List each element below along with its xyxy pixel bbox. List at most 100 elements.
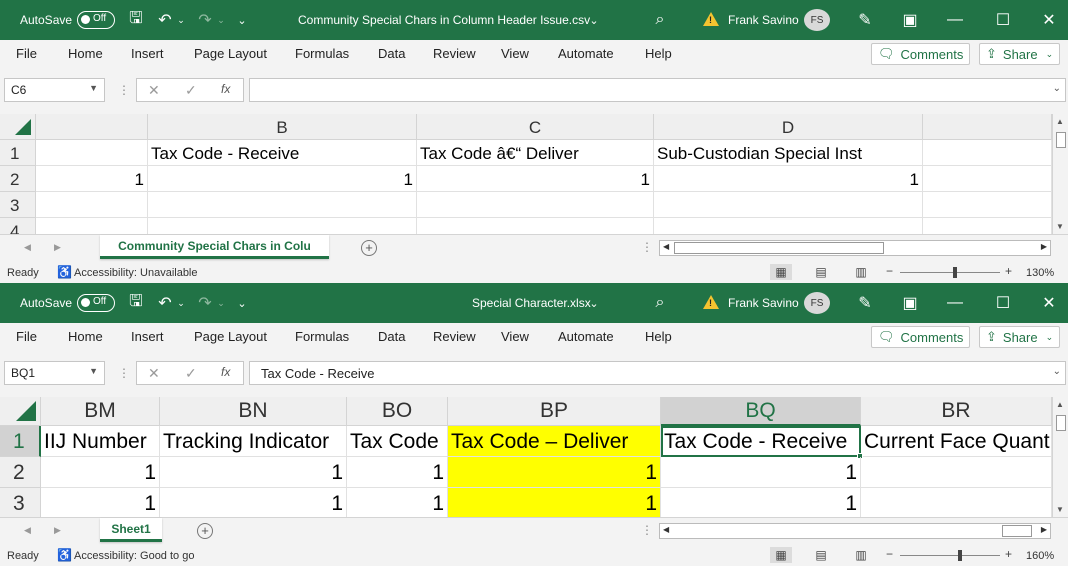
redo-dropdown-icon[interactable]: ⌄ xyxy=(216,293,226,313)
page-break-view-icon[interactable]: ▥ xyxy=(850,264,872,280)
cell-bq2[interactable]: 1 xyxy=(661,457,861,488)
cell-bn3[interactable]: 1 xyxy=(160,488,347,517)
cell-a3[interactable] xyxy=(36,192,148,218)
cell-c2[interactable]: 1 xyxy=(417,166,654,192)
scroll-right-icon[interactable]: ▶ xyxy=(1041,242,1047,251)
ribbon-display-icon[interactable]: ▣ xyxy=(900,293,920,313)
vertical-scrollbar[interactable]: ▲ ▼ xyxy=(1052,397,1068,517)
zoom-level[interactable]: 130% xyxy=(1026,267,1054,279)
tab-insert[interactable]: Insert xyxy=(131,329,164,344)
share-dropdown-icon[interactable]: ⌄ xyxy=(1046,332,1054,343)
save-icon[interactable]: 🖫 xyxy=(127,293,145,313)
search-icon[interactable]: ⌕ xyxy=(651,10,669,30)
cell-d3[interactable] xyxy=(654,192,923,218)
zoom-in-icon[interactable]: + xyxy=(1005,264,1012,278)
sheet-tab-active[interactable]: Sheet1 xyxy=(100,518,162,542)
undo-icon[interactable]: ↶ xyxy=(156,293,174,313)
cell-bo3[interactable]: 1 xyxy=(347,488,448,517)
cell-e2[interactable] xyxy=(923,166,1052,192)
search-icon[interactable]: ⌕ xyxy=(651,293,669,313)
tab-formulas[interactable]: Formulas xyxy=(295,46,349,61)
warning-icon[interactable]: ! xyxy=(703,295,719,309)
horizontal-scrollbar[interactable]: ◀ ▶ xyxy=(659,523,1051,539)
cell-bn2[interactable]: 1 xyxy=(160,457,347,488)
minimize-icon[interactable]: — xyxy=(945,10,965,30)
ribbon-display-icon[interactable]: ▣ xyxy=(900,10,920,30)
vertical-scrollbar[interactable]: ▲ ▼ xyxy=(1052,114,1068,234)
normal-view-icon[interactable]: ▦ xyxy=(770,547,792,563)
formula-bar-grip-icon[interactable]: ⋮ xyxy=(118,366,130,380)
window-title[interactable]: Community Special Chars in Column Header… xyxy=(298,13,590,27)
cell-c4[interactable] xyxy=(417,218,654,234)
hscroll-grip-icon[interactable]: ⋮ xyxy=(641,240,653,254)
cell-e4[interactable] xyxy=(923,218,1052,234)
maximize-icon[interactable]: ☐ xyxy=(993,10,1013,30)
cell-d2[interactable]: 1 xyxy=(654,166,923,192)
sheet-next-icon[interactable]: ▶ xyxy=(54,242,61,253)
zoom-slider-thumb[interactable] xyxy=(958,550,962,561)
column-header-bm[interactable]: BM xyxy=(41,397,160,426)
cell-a4[interactable] xyxy=(36,218,148,234)
name-box[interactable]: BQ1 ▼ xyxy=(4,361,105,385)
redo-icon[interactable]: ↷ xyxy=(196,293,214,313)
redo-dropdown-icon[interactable]: ⌄ xyxy=(216,10,226,30)
add-sheet-icon[interactable]: + xyxy=(361,240,377,256)
zoom-out-icon[interactable]: − xyxy=(886,547,893,561)
expand-formula-icon[interactable]: ⌄ xyxy=(1053,83,1061,94)
title-dropdown-icon[interactable]: ⌄ xyxy=(589,10,599,30)
cell-br1[interactable]: Current Face Quanti xyxy=(861,426,1052,457)
cell-bm3[interactable]: 1 xyxy=(41,488,160,517)
zoom-in-icon[interactable]: + xyxy=(1005,547,1012,561)
insert-function-icon[interactable]: fx xyxy=(221,365,230,379)
horizontal-scrollbar[interactable]: ◀ ▶ xyxy=(659,240,1051,256)
user-name[interactable]: Frank Savino xyxy=(728,13,799,27)
hscroll-grip-icon[interactable]: ⋮ xyxy=(641,523,653,537)
tab-automate[interactable]: Automate xyxy=(558,329,614,344)
row-header-4[interactable]: 4 xyxy=(0,218,36,234)
tab-view[interactable]: View xyxy=(501,46,529,61)
add-sheet-icon[interactable]: + xyxy=(197,523,213,539)
accessibility-icon[interactable]: ♿ xyxy=(57,265,72,279)
name-box-dropdown-icon[interactable]: ▼ xyxy=(89,366,98,376)
enter-icon[interactable]: ✓ xyxy=(185,82,197,99)
autosave-toggle[interactable]: Off xyxy=(77,11,115,29)
column-header-c[interactable]: C xyxy=(417,114,654,140)
minimize-icon[interactable]: — xyxy=(945,293,965,313)
scroll-left-icon[interactable]: ◀ xyxy=(663,242,669,251)
row-header-3[interactable]: 3 xyxy=(0,488,41,517)
cell-a1[interactable] xyxy=(36,140,148,166)
user-name[interactable]: Frank Savino xyxy=(728,296,799,310)
share-dropdown-icon[interactable]: ⌄ xyxy=(1046,49,1054,60)
sheet-tab-active[interactable]: Community Special Chars in Colu xyxy=(100,235,329,259)
cell-b1[interactable]: Tax Code - Receive xyxy=(148,140,417,166)
tab-insert[interactable]: Insert xyxy=(131,46,164,61)
comments-button[interactable]: 🗨 Comments xyxy=(871,326,970,348)
window-title[interactable]: Special Character.xlsx xyxy=(472,296,591,310)
vertical-scroll-thumb[interactable] xyxy=(1056,415,1066,431)
cell-bm2[interactable]: 1 xyxy=(41,457,160,488)
tab-view[interactable]: View xyxy=(501,329,529,344)
expand-formula-icon[interactable]: ⌄ xyxy=(1053,366,1061,377)
cell-e1[interactable] xyxy=(923,140,1052,166)
cell-bq3[interactable]: 1 xyxy=(661,488,861,517)
column-header-b[interactable]: B xyxy=(148,114,417,140)
tab-help[interactable]: Help xyxy=(645,46,672,61)
tab-home[interactable]: Home xyxy=(68,46,103,61)
column-header-br[interactable]: BR xyxy=(861,397,1052,426)
row-header-1[interactable]: 1 xyxy=(0,426,41,457)
row-header-2[interactable]: 2 xyxy=(0,457,41,488)
column-header-bq[interactable]: BQ xyxy=(661,397,861,426)
zoom-level[interactable]: 160% xyxy=(1026,550,1054,562)
title-dropdown-icon[interactable]: ⌄ xyxy=(589,293,599,313)
tab-file[interactable]: File xyxy=(16,329,37,344)
cell-bn1[interactable]: Tracking Indicator xyxy=(160,426,347,457)
tab-page-layout[interactable]: Page Layout xyxy=(194,46,267,61)
insert-function-icon[interactable]: fx xyxy=(221,82,230,96)
zoom-slider-thumb[interactable] xyxy=(953,267,957,278)
share-button[interactable]: ⇪ Share ⌄ xyxy=(979,326,1060,348)
autosave-toggle[interactable]: Off xyxy=(77,294,115,312)
column-header-bp[interactable]: BP xyxy=(448,397,661,426)
cell-bo2[interactable]: 1 xyxy=(347,457,448,488)
zoom-slider-track[interactable] xyxy=(900,272,1000,273)
column-header-bo[interactable]: BO xyxy=(347,397,448,426)
